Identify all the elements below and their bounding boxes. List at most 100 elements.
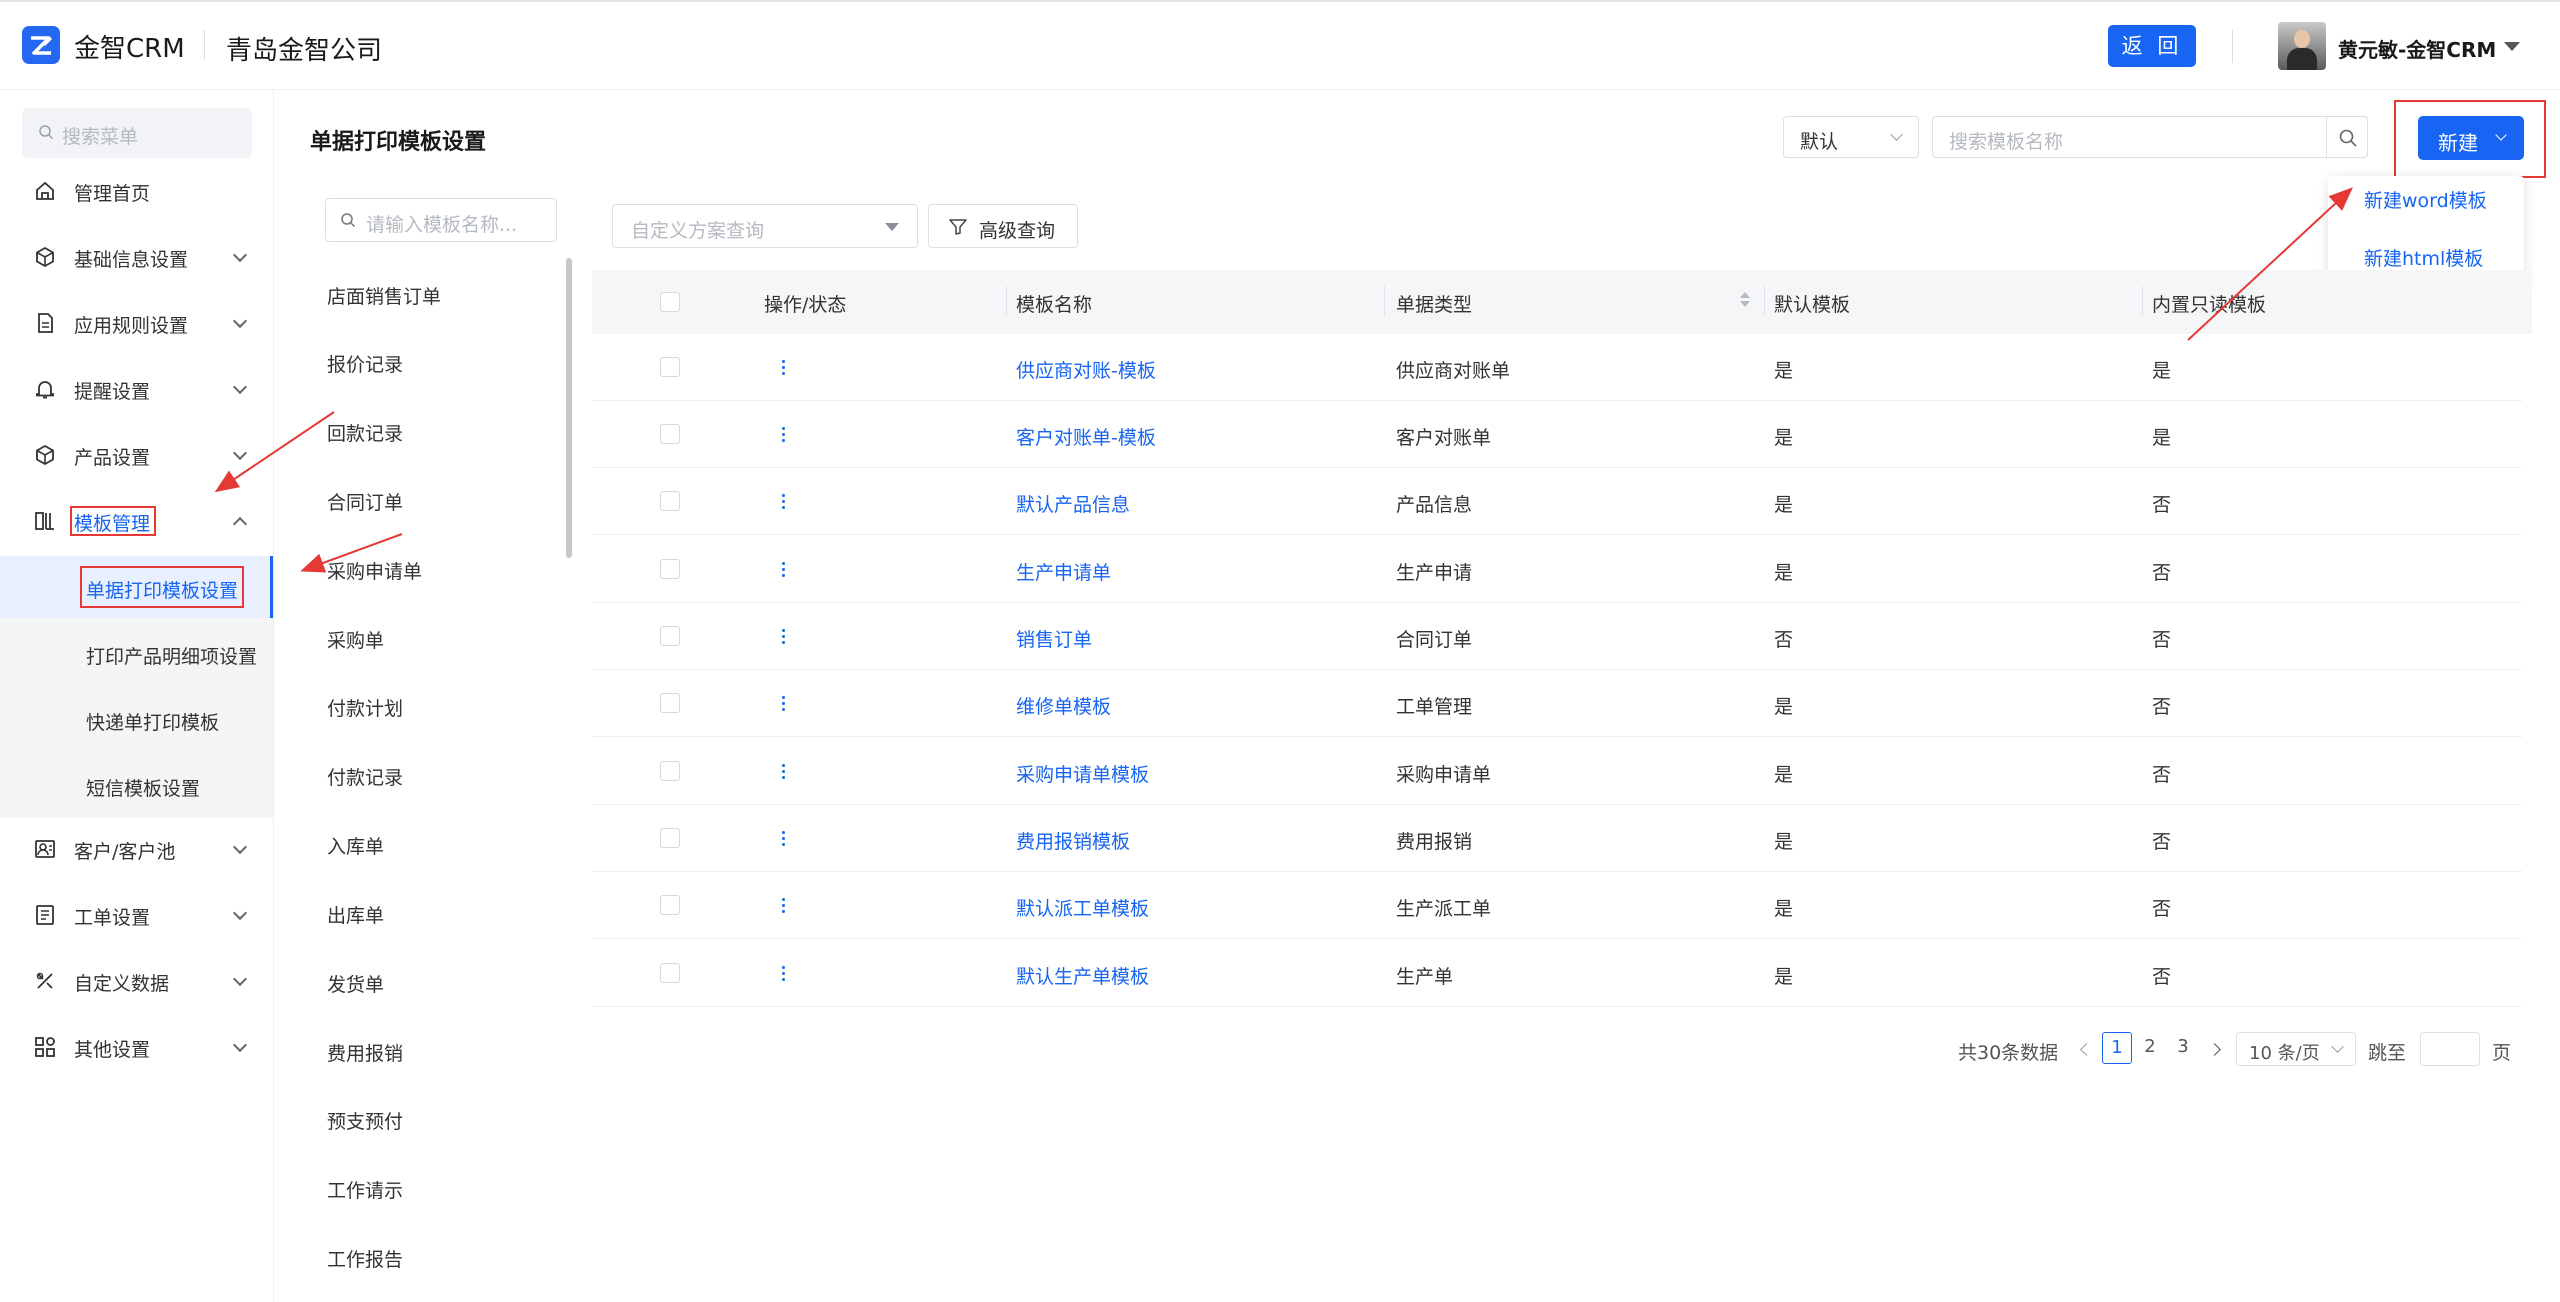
more-options-icon[interactable]	[782, 360, 786, 376]
table-row[interactable]: 默认生产单模板 生产单 是 否	[592, 940, 2522, 1007]
column-divider	[1006, 286, 1007, 316]
sort-icon[interactable]	[1740, 292, 1750, 307]
sidebar-subitem-sms[interactable]: 短信模板设置	[0, 754, 273, 816]
table-row[interactable]: 客户对账单-模板 客户对账单 是 是	[592, 401, 2522, 468]
advanced-query-label: 高级查询	[979, 220, 1056, 242]
chevron-left-icon[interactable]	[2080, 1043, 2093, 1056]
row-checkbox[interactable]	[660, 693, 680, 713]
more-options-icon[interactable]	[782, 629, 786, 645]
readonly-template-cell: 否	[2152, 764, 2172, 786]
category-item[interactable]: 采购单	[327, 626, 384, 653]
template-name-link[interactable]: 维修单模板	[1016, 692, 1111, 719]
table-row[interactable]: 供应商对账-模板 供应商对账单 是 是	[592, 334, 2522, 401]
sidebar-item-rules[interactable]: 应用规则设置	[0, 296, 273, 350]
sidebar-subitem-product-detail[interactable]: 打印产品明细项设置	[0, 622, 273, 684]
new-word-template-item[interactable]: 新建word模板	[2364, 186, 2487, 213]
page-jump-input[interactable]	[2420, 1032, 2480, 1066]
row-checkbox[interactable]	[660, 895, 680, 915]
advanced-query-button[interactable]: 高级查询	[928, 204, 1078, 248]
more-options-icon[interactable]	[782, 966, 786, 982]
box-icon	[36, 444, 54, 466]
new-html-template-item[interactable]: 新建html模板	[2364, 244, 2483, 271]
menu-search-input[interactable]: 搜索菜单	[22, 108, 252, 158]
default-select[interactable]: 默认	[1783, 116, 1919, 158]
table-row[interactable]: 默认产品信息 产品信息 是 否	[592, 468, 2522, 535]
sidebar-item-products[interactable]: 产品设置	[0, 428, 273, 482]
category-item[interactable]: 合同订单	[327, 488, 403, 515]
template-name-link[interactable]: 销售订单	[1016, 625, 1092, 652]
page-size-select[interactable]: 10 条/页	[2236, 1032, 2356, 1066]
back-button[interactable]: 返 回	[2108, 25, 2196, 67]
template-name-link[interactable]: 默认生产单模板	[1016, 962, 1149, 989]
more-options-icon[interactable]	[782, 562, 786, 578]
chevron-down-icon	[232, 247, 248, 263]
row-checkbox[interactable]	[660, 357, 680, 377]
column-divider	[1384, 286, 1385, 316]
category-item[interactable]: 预支预付	[327, 1107, 403, 1134]
category-item[interactable]: 回款记录	[327, 419, 403, 446]
sidebar-item-tickets[interactable]: 工单设置	[0, 888, 273, 942]
select-all-checkbox[interactable]	[660, 292, 680, 312]
template-search-input[interactable]: 搜索模板名称	[1932, 116, 2368, 158]
category-item[interactable]: 工作报告	[327, 1245, 403, 1272]
scheme-select[interactable]: 自定义方案查询	[612, 204, 918, 248]
row-checkbox[interactable]	[660, 491, 680, 511]
template-name-link[interactable]: 供应商对账-模板	[1016, 356, 1156, 383]
category-item[interactable]: 付款记录	[327, 763, 403, 790]
category-item[interactable]: 入库单	[327, 832, 384, 859]
category-item[interactable]: 工作请示	[327, 1176, 403, 1203]
template-name-link[interactable]: 费用报销模板	[1016, 827, 1130, 854]
page-number[interactable]: 1	[2102, 1032, 2132, 1064]
category-item[interactable]: 采购申请单	[327, 557, 422, 584]
category-scrollbar[interactable]	[566, 258, 572, 558]
more-options-icon[interactable]	[782, 696, 786, 712]
more-options-icon[interactable]	[782, 831, 786, 847]
user-name[interactable]: 黄元敏-金智CRM	[2338, 34, 2496, 63]
category-item[interactable]: 店面销售订单	[327, 282, 441, 309]
readonly-template-cell: 否	[2152, 696, 2172, 718]
more-options-icon[interactable]	[782, 764, 786, 780]
sidebar-item-custom-data[interactable]: 自定义数据	[0, 954, 273, 1008]
row-checkbox[interactable]	[660, 761, 680, 781]
category-item[interactable]: 出库单	[327, 901, 384, 928]
template-search-button[interactable]	[2326, 116, 2368, 158]
category-item[interactable]: 费用报销	[327, 1039, 403, 1066]
sidebar-subitem-express[interactable]: 快递单打印模板	[0, 688, 273, 750]
template-name-link[interactable]: 生产申请单	[1016, 558, 1111, 585]
table-row[interactable]: 费用报销模板 费用报销 是 否	[592, 805, 2522, 872]
category-item[interactable]: 报价记录	[327, 350, 403, 377]
page-number[interactable]: 2	[2135, 1032, 2165, 1064]
caret-down-icon[interactable]	[2504, 42, 2520, 51]
page-number[interactable]: 3	[2168, 1032, 2198, 1064]
sidebar-item-basic-info[interactable]: 基础信息设置	[0, 230, 273, 284]
row-checkbox[interactable]	[660, 626, 680, 646]
avatar[interactable]	[2278, 22, 2326, 70]
table-row[interactable]: 默认派工单模板 生产派工单 是 否	[592, 872, 2522, 939]
category-item[interactable]: 发货单	[327, 970, 384, 997]
more-options-icon[interactable]	[782, 494, 786, 510]
more-options-icon[interactable]	[782, 898, 786, 914]
row-checkbox[interactable]	[660, 963, 680, 983]
category-search-input[interactable]: 请输入模板名称...	[325, 198, 557, 242]
default-template-cell: 是	[1774, 696, 1794, 718]
template-name-link[interactable]: 默认产品信息	[1016, 490, 1130, 517]
chevron-right-icon[interactable]	[2208, 1043, 2221, 1056]
sidebar-item-home[interactable]: 管理首页	[0, 164, 273, 218]
category-item[interactable]: 付款计划	[327, 694, 403, 721]
template-name-link[interactable]: 采购申请单模板	[1016, 760, 1149, 787]
new-button[interactable]: 新建	[2418, 116, 2524, 160]
sidebar-item-customers[interactable]: 客户/客户池	[0, 822, 273, 876]
sidebar-item-other[interactable]: 其他设置	[0, 1020, 273, 1074]
row-checkbox[interactable]	[660, 424, 680, 444]
template-name-link[interactable]: 客户对账单-模板	[1016, 423, 1156, 450]
sidebar-item-reminders[interactable]: 提醒设置	[0, 362, 273, 416]
table-row[interactable]: 销售订单 合同订单 否 否	[592, 603, 2522, 670]
sidebar: 搜索菜单 管理首页 基础信息设置 应用规则设置 提醒设置 产品设置 模板管理 单…	[0, 90, 274, 1302]
table-row[interactable]: 维修单模板 工单管理 是 否	[592, 670, 2522, 737]
table-row[interactable]: 生产申请单 生产申请 是 否	[592, 536, 2522, 603]
template-name-link[interactable]: 默认派工单模板	[1016, 894, 1149, 921]
row-checkbox[interactable]	[660, 828, 680, 848]
more-options-icon[interactable]	[782, 427, 786, 443]
table-row[interactable]: 采购申请单模板 采购申请单 是 否	[592, 738, 2522, 805]
row-checkbox[interactable]	[660, 559, 680, 579]
